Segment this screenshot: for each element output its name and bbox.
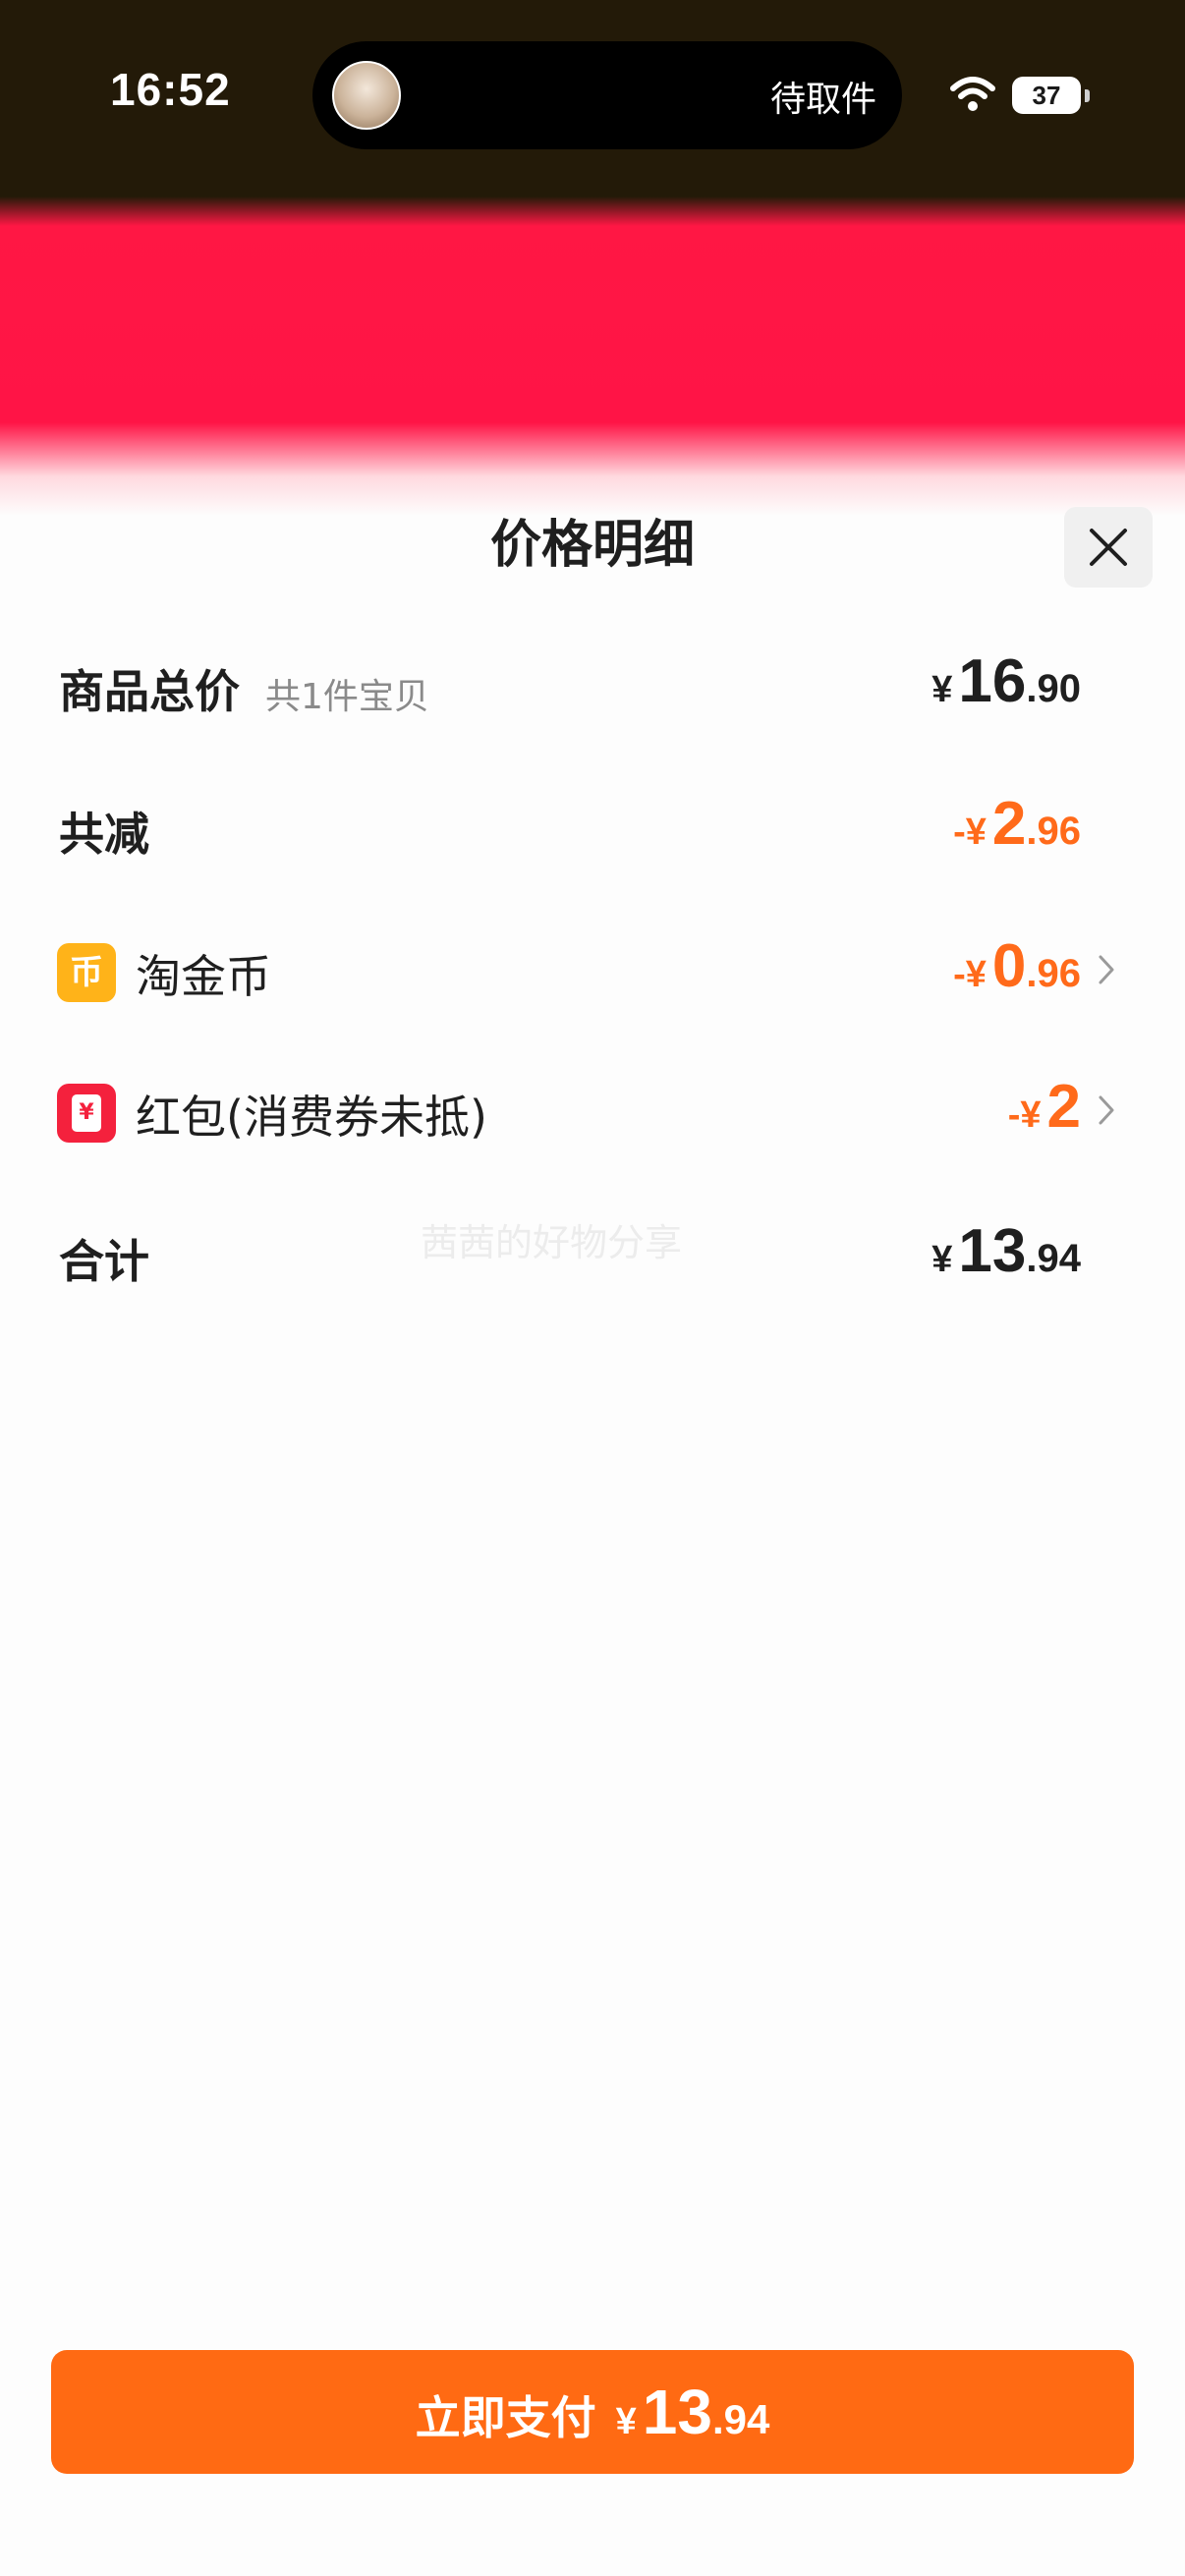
currency-symbol: -¥ (953, 812, 987, 853)
sum-label: 合计 (59, 1235, 149, 1288)
chevron-right-icon (1099, 955, 1114, 984)
row-taojin-coin[interactable]: 币 淘金币 -¥0.96 (0, 924, 1185, 1022)
status-bar: 16:52 待取件 37 (0, 0, 1185, 196)
amount-integer: 2 (991, 790, 1027, 858)
close-button[interactable] (1064, 507, 1153, 588)
total-goods-amount: ¥16.90 (931, 646, 1081, 716)
red-packet-label: 红包(消费券未抵) (136, 1091, 487, 1144)
currency-symbol: ¥ (931, 1239, 953, 1280)
wifi-icon (950, 77, 995, 111)
amount-integer: 2 (1046, 1073, 1081, 1141)
chevron-right-icon (1099, 1095, 1114, 1125)
pay-button-label: 立即支付 (415, 2391, 596, 2444)
red-packet-icon-glyph: ¥ (72, 1094, 101, 1132)
amount-decimal: .90 (1026, 667, 1081, 710)
amount-integer: 16 (958, 647, 1027, 715)
row-red-packet[interactable]: ¥ 红包(消费券未抵) -¥2 (0, 1064, 1185, 1162)
currency-symbol: ¥ (931, 669, 953, 710)
coin-icon-glyph: 币 (70, 953, 103, 992)
currency-symbol: -¥ (953, 954, 987, 995)
total-goods-label: 商品总价 (59, 665, 240, 718)
battery-cap (1085, 89, 1090, 102)
amount-decimal: .94 (1026, 1237, 1081, 1280)
currency-symbol: ¥ (615, 2401, 637, 2442)
amount-decimal: .94 (711, 2396, 770, 2442)
pay-now-button[interactable]: 立即支付 ¥13.94 (51, 2350, 1134, 2474)
taojin-coin-label: 淘金币 (136, 950, 271, 1003)
item-count-text: 共1件宝贝 (265, 677, 429, 717)
island-status-text: 待取件 (769, 80, 876, 120)
amount-integer: 13 (642, 2377, 712, 2447)
row-total-discount: 共减 -¥2.96 (0, 781, 1185, 879)
battery-indicator: 37 (1012, 77, 1081, 114)
avatar (332, 61, 401, 130)
row-total-goods: 商品总价 共1件宝贝 ¥16.90 (0, 639, 1185, 737)
sum-amount: ¥13.94 (931, 1216, 1081, 1286)
amount-integer: 0 (991, 932, 1027, 1000)
taojin-coin-amount: -¥0.96 (953, 931, 1081, 1001)
red-packet-amount: -¥2 (1008, 1072, 1081, 1142)
total-discount-amount: -¥2.96 (953, 789, 1081, 859)
amount-decimal: .96 (1026, 810, 1081, 853)
page-title: 价格明细 (489, 516, 695, 575)
total-discount-label: 共减 (59, 808, 149, 861)
dynamic-island[interactable]: 待取件 (312, 41, 902, 149)
status-time: 16:52 (110, 64, 231, 115)
red-packet-icon: ¥ (57, 1084, 116, 1143)
coin-icon: 币 (57, 943, 116, 1002)
amount-decimal: .96 (1026, 952, 1081, 995)
close-icon (1090, 529, 1127, 566)
amount-integer: 13 (958, 1217, 1027, 1285)
currency-symbol: -¥ (1007, 1094, 1042, 1136)
watermark-text: 茜茜的好物分享 (421, 1221, 683, 1264)
